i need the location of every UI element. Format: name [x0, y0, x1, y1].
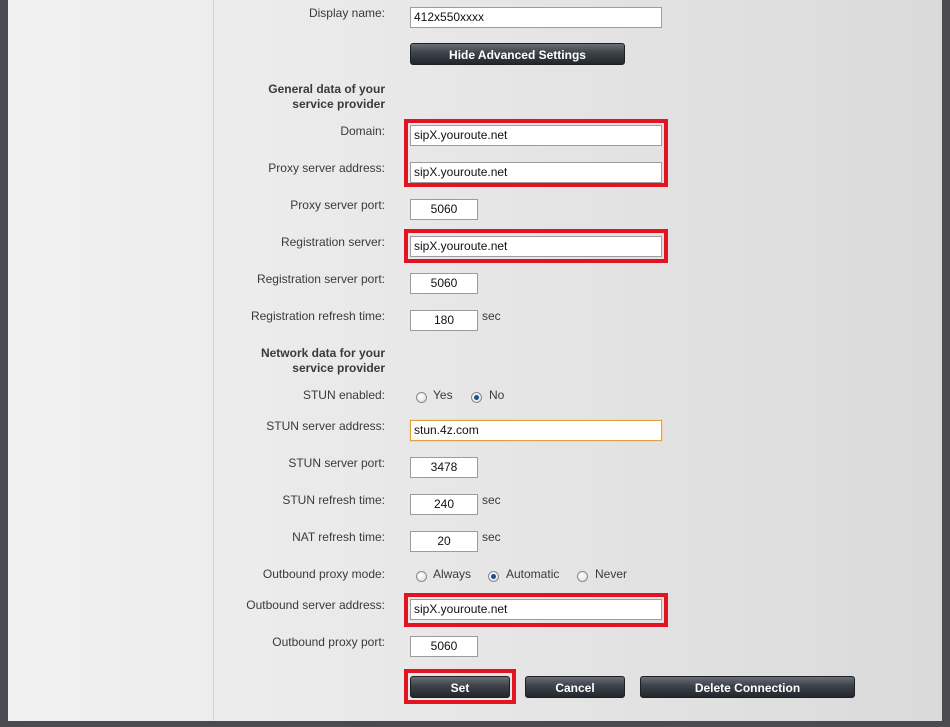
- outbound-port-input[interactable]: 5060: [410, 636, 478, 657]
- display-name-input[interactable]: 412x550xxxx: [410, 7, 662, 28]
- stun-refresh-label: STUN refresh time:: [282, 493, 385, 507]
- stun-port-label: STUN server port:: [288, 456, 385, 470]
- outbound-automatic-radio[interactable]: [488, 571, 499, 582]
- domain-label: Domain:: [340, 124, 385, 138]
- outbound-mode-label: Outbound proxy mode:: [262, 567, 385, 581]
- bottom-strip: [0, 721, 950, 727]
- general-heading-line1: General data of your: [268, 82, 385, 96]
- outbound-always-label: Always: [433, 567, 472, 581]
- stun-address-input[interactable]: stun.4z.com: [410, 420, 662, 441]
- stun-enabled-label: STUN enabled:: [302, 388, 385, 402]
- hide-advanced-settings-button[interactable]: Hide Advanced Settings: [410, 43, 625, 65]
- proxy-port-input[interactable]: 5060: [410, 199, 478, 220]
- nat-refresh-input[interactable]: 20: [410, 531, 478, 552]
- nat-refresh-label: NAT refresh time:: [292, 530, 385, 544]
- registration-refresh-label: Registration refresh time:: [250, 309, 385, 323]
- network-heading-line2: service provider: [292, 361, 385, 375]
- nat-refresh-unit: sec: [482, 530, 501, 544]
- network-heading-line1: Network data for your: [260, 346, 385, 360]
- delete-connection-button[interactable]: Delete Connection: [640, 676, 855, 698]
- stun-no-radio[interactable]: [471, 392, 482, 403]
- outbound-automatic-label: Automatic: [506, 567, 560, 581]
- domain-input[interactable]: sipX.youroute.net: [410, 125, 662, 146]
- outbound-never-label: Never: [595, 567, 628, 581]
- registration-port-input[interactable]: 5060: [410, 273, 478, 294]
- stun-yes-label: Yes: [433, 388, 453, 402]
- outbound-never-radio[interactable]: [577, 571, 588, 582]
- outbound-port-label: Outbound proxy port:: [272, 635, 385, 649]
- display-name-label: Display name:: [308, 6, 385, 20]
- registration-server-input[interactable]: sipX.youroute.net: [410, 236, 662, 257]
- registration-server-label: Registration server:: [280, 235, 385, 249]
- proxy-address-input[interactable]: sipX.youroute.net: [410, 162, 662, 183]
- cancel-button[interactable]: Cancel: [525, 676, 625, 698]
- stun-yes-radio[interactable]: [416, 392, 427, 403]
- proxy-address-label: Proxy server address:: [268, 161, 385, 175]
- stun-port-input[interactable]: 3478: [410, 457, 478, 478]
- registration-refresh-input[interactable]: 180: [410, 310, 478, 331]
- outbound-address-input[interactable]: sipX.youroute.net: [410, 599, 662, 620]
- registration-port-label: Registration server port:: [256, 272, 385, 286]
- stun-no-label: No: [489, 388, 505, 402]
- set-button[interactable]: Set: [410, 676, 510, 698]
- general-heading-line2: service provider: [292, 97, 385, 111]
- general-section-heading: General data of your service provider: [268, 82, 385, 112]
- stun-refresh-input[interactable]: 240: [410, 494, 478, 515]
- outbound-address-label: Outbound server address:: [246, 598, 385, 612]
- outbound-always-radio[interactable]: [416, 571, 427, 582]
- stun-address-label: STUN server address:: [266, 419, 385, 433]
- network-section-heading: Network data for your service provider: [261, 346, 385, 376]
- registration-refresh-unit: sec: [482, 309, 501, 323]
- proxy-port-label: Proxy server port:: [290, 198, 385, 212]
- column-divider: [213, 0, 214, 721]
- stun-refresh-unit: sec: [482, 493, 501, 507]
